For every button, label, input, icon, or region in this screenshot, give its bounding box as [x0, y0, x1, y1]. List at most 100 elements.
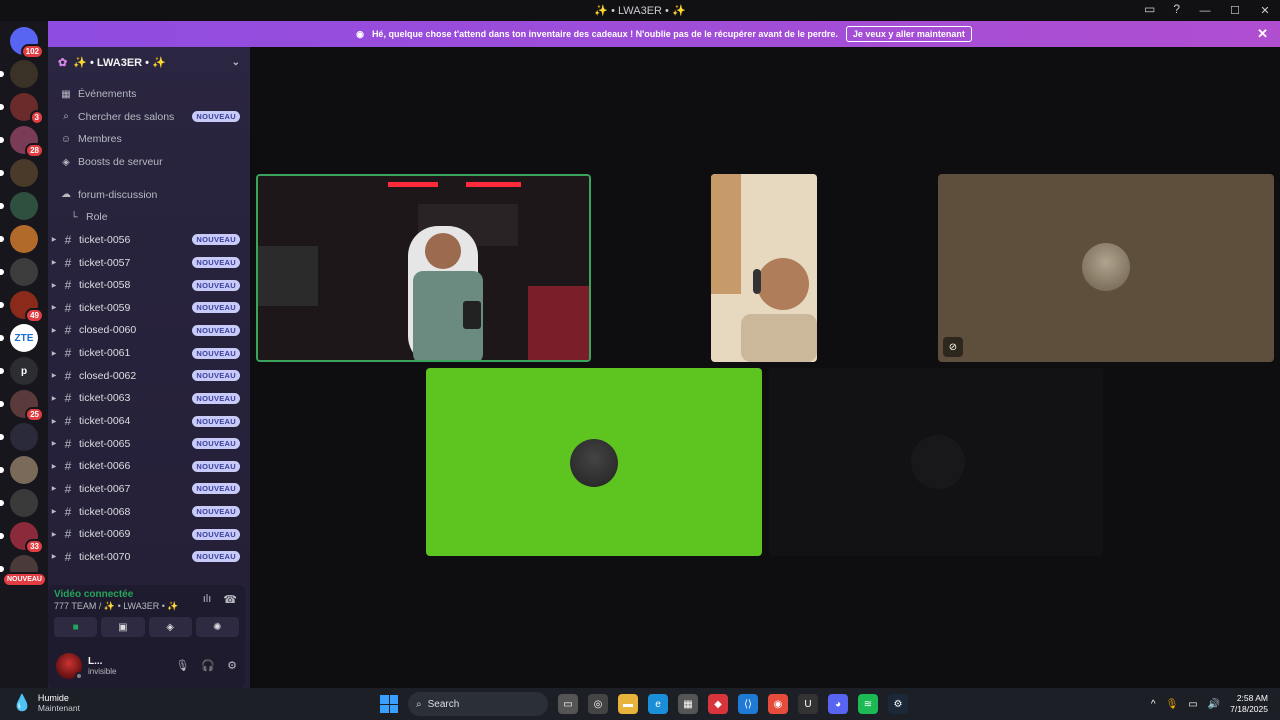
nav-item-calendar[interactable]: ▦ Événements: [48, 83, 250, 106]
video-tile-streamer[interactable]: [256, 174, 591, 362]
server-icon[interactable]: 3: [0, 93, 44, 125]
chevron-up-icon[interactable]: ^: [1151, 699, 1156, 710]
channel-item[interactable]: ▶ # ticket-0056 NOUVEAU: [48, 229, 250, 252]
hashtag-icon: #: [64, 278, 72, 293]
server-icon[interactable]: ZTE: [0, 324, 38, 352]
channel-item[interactable]: ▶ # ticket-0059 NOUVEAU: [48, 296, 250, 319]
nav-item-boost[interactable]: ◈ Boosts de serveur: [48, 151, 250, 174]
channel-item[interactable]: ▶ # ticket-0063 NOUVEAU: [48, 387, 250, 410]
disconnect-icon[interactable]: ☎: [223, 593, 237, 606]
caret-right-icon[interactable]: ▶: [48, 463, 60, 470]
spotify-icon[interactable]: ≋: [858, 694, 878, 714]
discord-icon[interactable]: ◕: [828, 694, 848, 714]
caret-right-icon[interactable]: ▶: [48, 553, 60, 560]
file-explorer-icon[interactable]: ▬: [618, 694, 638, 714]
caret-right-icon[interactable]: ▶: [48, 236, 60, 243]
app-red-icon[interactable]: ◆: [708, 694, 728, 714]
server-icon[interactable]: [0, 258, 38, 286]
chevron-down-icon[interactable]: ⌄: [232, 57, 240, 68]
forum-channel[interactable]: ☁ forum-discussion: [48, 183, 250, 206]
channel-item[interactable]: ▶ # ticket-0061 NOUVEAU: [48, 342, 250, 365]
server-icon[interactable]: [0, 159, 38, 187]
server-icon[interactable]: NOUVEAU: [0, 555, 47, 587]
caret-right-icon[interactable]: ▶: [48, 350, 60, 357]
caret-right-icon[interactable]: ▶: [48, 531, 60, 538]
gear-icon[interactable]: ⚙: [227, 659, 237, 672]
network-icon[interactable]: ▭: [1188, 699, 1197, 710]
caret-right-icon[interactable]: ▶: [48, 485, 60, 492]
caret-right-icon[interactable]: ▶: [48, 440, 60, 447]
channel-item[interactable]: ▶ # ticket-0065 NOUVEAU: [48, 432, 250, 455]
help-icon[interactable]: ?: [1173, 2, 1180, 16]
nav-item-members[interactable]: ☺ Membres: [48, 128, 250, 151]
video-tile-participant-3[interactable]: ⊘: [938, 174, 1274, 362]
guild-header[interactable]: ✿ ✨ • LWA3ER • ✨ ⌄: [48, 47, 250, 77]
caret-right-icon[interactable]: ▶: [48, 304, 60, 311]
unread-indicator: [0, 401, 4, 407]
caret-right-icon[interactable]: ▶: [48, 259, 60, 266]
caret-right-icon[interactable]: ▶: [48, 508, 60, 515]
server-icon[interactable]: [0, 225, 38, 253]
task-view-icon[interactable]: ▭: [558, 694, 578, 714]
close-icon[interactable]: ✕: [1257, 26, 1268, 42]
volume-icon[interactable]: 🔊: [1208, 699, 1220, 710]
minimize-button[interactable]: —: [1190, 5, 1220, 17]
channel-item[interactable]: ▶ # ticket-0067 NOUVEAU: [48, 478, 250, 501]
server-icon[interactable]: [0, 192, 38, 220]
microphone-icon[interactable]: 🎙: [175, 659, 189, 672]
steam-icon[interactable]: ⚙: [888, 694, 908, 714]
chrome-icon[interactable]: ◉: [768, 694, 788, 714]
forum-thread[interactable]: └ Role: [48, 206, 250, 229]
microphone-icon[interactable]: 🎙: [1166, 699, 1179, 710]
store-icon[interactable]: ▦: [678, 694, 698, 714]
windows-start-icon[interactable]: [380, 695, 398, 713]
avatar[interactable]: [56, 652, 83, 680]
channel-item[interactable]: ▶ # ticket-0069 NOUVEAU: [48, 523, 250, 546]
unreal-icon[interactable]: U: [798, 694, 818, 714]
channel-item[interactable]: ▶ # ticket-0064 NOUVEAU: [48, 410, 250, 433]
channel-item[interactable]: ▶ # ticket-0066 NOUVEAU: [48, 455, 250, 478]
server-icon[interactable]: 25: [0, 390, 44, 422]
channel-item[interactable]: ▶ # closed-0062 NOUVEAU: [48, 364, 250, 387]
banner-cta-button[interactable]: Je veux y aller maintenant: [845, 26, 972, 42]
camera-button[interactable]: ■: [54, 617, 98, 637]
inbox-icon[interactable]: ▭: [1144, 2, 1155, 16]
maximize-button[interactable]: ☐: [1220, 4, 1250, 17]
activity-button[interactable]: ◈: [148, 617, 192, 637]
caret-right-icon[interactable]: ▶: [48, 282, 60, 289]
server-icon[interactable]: 49: [0, 291, 44, 323]
soundboard-button[interactable]: ✺: [195, 617, 239, 637]
caret-right-icon[interactable]: ▶: [48, 418, 60, 425]
video-tile-participant-2[interactable]: [711, 174, 817, 362]
server-icon[interactable]: [0, 423, 38, 451]
video-tile-participant-5[interactable]: [769, 368, 1103, 556]
close-window-button[interactable]: ✕: [1250, 4, 1280, 17]
channel-item[interactable]: ▶ # closed-0060 NOUVEAU: [48, 319, 250, 342]
server-icon[interactable]: [0, 456, 38, 484]
edge-icon[interactable]: e: [648, 694, 668, 714]
channel-item[interactable]: ▶ # ticket-0070 NOUVEAU: [48, 546, 250, 569]
caret-right-icon[interactable]: ▶: [48, 327, 60, 334]
caret-right-icon[interactable]: ▶: [48, 372, 60, 379]
server-icon[interactable]: [0, 489, 38, 517]
screen-share-button[interactable]: ▣: [101, 617, 145, 637]
video-tile-participant-4[interactable]: [426, 368, 762, 556]
nav-item-search[interactable]: ⌕ Chercher des salons NOUVEAU: [48, 106, 250, 129]
headphones-icon[interactable]: 🎧: [201, 659, 215, 672]
server-icon[interactable]: 28: [0, 126, 44, 158]
caret-right-icon[interactable]: ▶: [48, 395, 60, 402]
vscode-icon[interactable]: ⟨⟩: [738, 694, 758, 714]
clock[interactable]: 2:58 AM 7/18/2025: [1230, 693, 1268, 715]
channel-item[interactable]: ▶ # ticket-0068 NOUVEAU: [48, 500, 250, 523]
channel-item[interactable]: ▶ # ticket-0058 NOUVEAU: [48, 274, 250, 297]
server-icon[interactable]: p: [0, 357, 38, 385]
server-icon[interactable]: [0, 60, 38, 88]
weather-widget[interactable]: 💧 Humide Maintenant: [12, 693, 80, 713]
server-icon[interactable]: 102: [10, 27, 44, 59]
channel-item[interactable]: ▶ # ticket-0057 NOUVEAU: [48, 251, 250, 274]
channel-label: ticket-0059: [79, 301, 131, 314]
noise-suppression-icon[interactable]: ılı: [203, 593, 212, 606]
copilot-icon[interactable]: ◎: [588, 694, 608, 714]
server-icon[interactable]: 33: [0, 522, 44, 554]
taskbar-search[interactable]: ⌕ Search: [408, 692, 548, 716]
